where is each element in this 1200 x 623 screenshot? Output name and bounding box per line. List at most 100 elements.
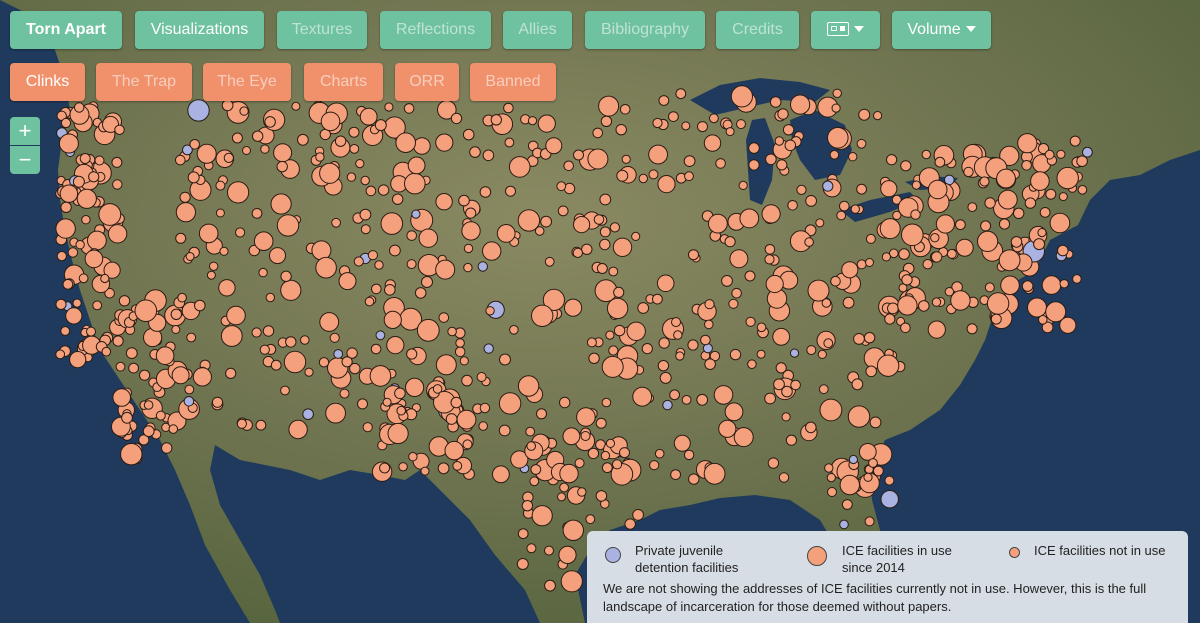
facility-marker[interactable] [479, 186, 492, 198]
facility-marker[interactable] [764, 254, 775, 265]
facility-marker[interactable] [619, 104, 631, 115]
facility-marker[interactable] [804, 237, 814, 247]
facility-marker[interactable] [769, 96, 782, 108]
facility-marker[interactable] [269, 247, 286, 265]
facility-marker[interactable] [911, 180, 922, 190]
facility-marker[interactable] [118, 295, 131, 307]
facility-marker[interactable] [967, 202, 978, 213]
tab-banned[interactable]: Banned [470, 63, 556, 101]
facility-marker[interactable] [733, 427, 754, 448]
facility-marker[interactable] [901, 274, 913, 286]
tab-orr[interactable]: ORR [395, 63, 459, 101]
facility-marker[interactable] [450, 112, 463, 125]
facility-marker[interactable] [613, 286, 625, 298]
facility-marker[interactable] [963, 166, 974, 178]
facility-marker[interactable] [782, 124, 795, 136]
facility-marker[interactable] [175, 202, 196, 223]
facility-marker[interactable] [796, 184, 807, 195]
facility-marker[interactable] [765, 153, 777, 166]
facility-marker[interactable] [841, 261, 859, 279]
facility-marker[interactable] [658, 95, 670, 106]
facility-marker[interactable] [414, 287, 427, 299]
facility-marker[interactable] [360, 175, 370, 186]
facility-marker[interactable] [703, 134, 722, 152]
facility-marker[interactable] [858, 443, 877, 461]
facility-marker[interactable] [382, 397, 392, 407]
facility-marker[interactable] [101, 346, 112, 357]
facility-marker[interactable] [700, 334, 711, 346]
facility-marker[interactable] [683, 155, 696, 168]
facility-marker[interactable] [438, 312, 450, 323]
facility-marker[interactable] [596, 263, 608, 274]
facility-marker[interactable] [865, 233, 876, 244]
facility-marker[interactable] [175, 232, 187, 244]
facility-marker[interactable] [998, 249, 1021, 272]
facility-marker[interactable] [856, 259, 867, 270]
facility-marker[interactable] [526, 543, 537, 554]
facility-marker[interactable] [703, 462, 726, 485]
facility-marker[interactable] [562, 519, 584, 541]
facility-marker[interactable] [242, 146, 251, 155]
facility-marker[interactable] [556, 181, 567, 192]
facility-marker[interactable] [189, 139, 200, 150]
facility-marker[interactable] [721, 275, 733, 287]
facility-marker[interactable] [455, 338, 465, 348]
facility-marker[interactable] [198, 223, 219, 244]
facility-marker[interactable] [853, 333, 865, 345]
facility-marker[interactable] [587, 447, 600, 460]
facility-marker[interactable] [996, 168, 1016, 189]
facility-marker[interactable] [984, 197, 996, 209]
facility-marker[interactable] [458, 194, 470, 207]
facility-marker[interactable] [841, 499, 853, 510]
facility-marker[interactable] [1021, 160, 1032, 171]
facility-marker[interactable] [253, 231, 274, 251]
facility-marker[interactable] [369, 365, 392, 387]
facility-marker[interactable] [887, 302, 899, 315]
facility-marker[interactable] [817, 349, 827, 359]
facility-marker[interactable] [384, 284, 396, 296]
facility-marker[interactable] [531, 304, 554, 327]
facility-marker[interactable] [536, 408, 547, 420]
facility-marker[interactable] [1017, 133, 1038, 154]
facility-marker[interactable] [577, 487, 587, 497]
facility-marker[interactable] [805, 195, 817, 207]
facility-marker[interactable] [608, 266, 619, 277]
facility-marker[interactable] [348, 126, 360, 138]
facility-marker[interactable] [1056, 166, 1079, 190]
facility-marker[interactable] [206, 270, 216, 280]
facility-marker[interactable] [922, 259, 933, 270]
facility-marker[interactable] [365, 185, 377, 197]
facility-marker[interactable] [873, 111, 883, 121]
facility-marker[interactable] [673, 434, 691, 452]
facility-marker[interactable] [656, 274, 675, 293]
facility-marker[interactable] [74, 102, 85, 113]
facility-marker[interactable] [585, 514, 596, 525]
facility-marker[interactable] [605, 330, 615, 340]
facility-marker[interactable] [168, 424, 179, 434]
facility-marker[interactable] [880, 180, 898, 198]
facility-marker[interactable] [586, 337, 597, 348]
facility-marker[interactable] [576, 407, 596, 427]
facility-marker[interactable] [654, 448, 665, 459]
nav-textures[interactable]: Textures [277, 11, 367, 49]
facility-marker[interactable] [505, 185, 516, 197]
facility-marker[interactable] [59, 184, 79, 203]
facility-marker[interactable] [215, 208, 225, 218]
facility-marker[interactable] [1057, 244, 1069, 257]
facility-marker[interactable] [773, 378, 785, 391]
facility-marker[interactable] [767, 457, 780, 469]
facility-marker[interactable] [559, 396, 571, 409]
facility-marker[interactable] [696, 393, 709, 406]
facility-marker[interactable] [525, 426, 536, 437]
facility-marker[interactable] [319, 312, 340, 332]
facility-marker[interactable] [824, 463, 834, 473]
facility-marker[interactable] [729, 348, 742, 361]
facility-marker[interactable] [527, 116, 538, 126]
facility-marker[interactable] [404, 172, 426, 195]
facility-marker[interactable] [311, 240, 332, 261]
facility-marker[interactable] [1024, 197, 1037, 209]
facility-marker[interactable] [406, 348, 418, 360]
facility-marker[interactable] [704, 358, 716, 371]
facility-marker[interactable] [252, 130, 264, 142]
facility-marker[interactable] [319, 162, 341, 184]
